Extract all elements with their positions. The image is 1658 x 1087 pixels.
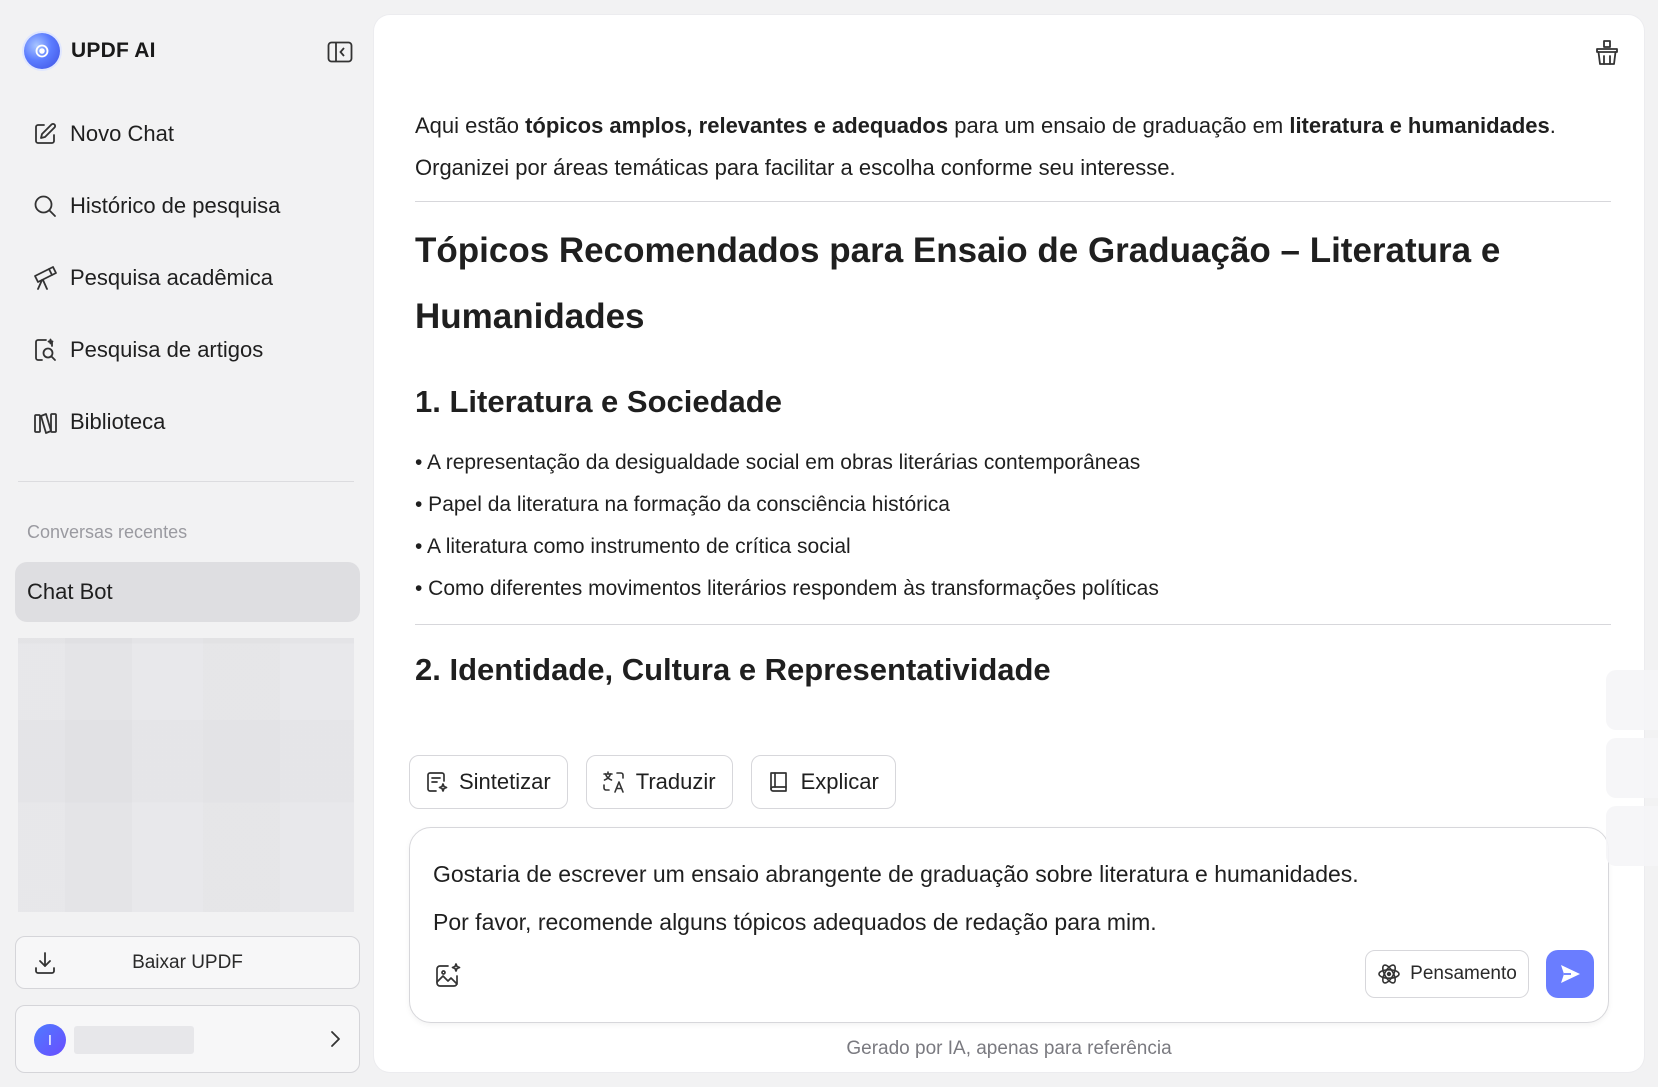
section-1-list: • A representação da desigualdade social…	[415, 442, 1611, 610]
telescope-icon	[34, 266, 57, 290]
book-icon	[769, 772, 787, 792]
response-intro-line2: Organizei por áreas temáticas para facil…	[415, 155, 1176, 180]
sidebar-collapse-icon	[327, 41, 353, 63]
brand[interactable]: UPDF AI	[24, 33, 156, 69]
download-updf-button[interactable]: Baixar UPDF	[15, 936, 360, 989]
thinking-label: Pensamento	[1410, 963, 1517, 984]
response-intro: Aqui estão tópicos amplos, relevantes e …	[415, 105, 1611, 147]
intro-text: Aqui estão	[415, 113, 526, 138]
response-divider	[415, 201, 1611, 202]
sidebar-item-novo-chat[interactable]: Novo Chat	[16, 98, 356, 170]
image-upload-icon	[436, 963, 461, 987]
send-icon	[1561, 965, 1580, 983]
clear-brush-icon	[1596, 40, 1618, 65]
edit-icon	[35, 123, 56, 144]
summarize-button[interactable]: Sintetizar	[409, 755, 568, 809]
chat-input-box[interactable]: Gostaria de escrever um ensaio abrangent…	[409, 827, 1609, 1023]
translate-label: Traduzir	[635, 769, 716, 794]
list-item: • A representação da desigualdade social…	[415, 451, 1141, 474]
updf-ai-logo-icon	[24, 33, 60, 69]
intro-bold-text: literatura e humanidades	[1289, 113, 1550, 138]
ai-response: Aqui estão tópicos amplos, relevantes e …	[415, 105, 1611, 697]
sidebar: UPDF AI Novo Chat Histórico de pesquisa	[0, 0, 372, 1087]
recent-conversations-label: Conversas recentes	[27, 522, 188, 542]
floating-side-tabs	[1593, 670, 1658, 870]
sidebar-divider	[18, 481, 354, 482]
list-item: • Como diferentes movimentos literários …	[415, 577, 1159, 600]
intro-text: .	[1549, 113, 1556, 138]
side-tab[interactable]	[1606, 806, 1658, 866]
search-icon	[34, 195, 56, 217]
response-heading: Tópicos Recomendados para Ensaio de Grad…	[415, 231, 1501, 336]
side-tab[interactable]	[1606, 738, 1658, 798]
redacted-account-name	[74, 1026, 194, 1054]
section-2-title: 2. Identidade, Cultura e Representativid…	[415, 652, 1051, 687]
sidebar-item-historico[interactable]: Histórico de pesquisa	[16, 170, 356, 242]
send-button[interactable]	[1546, 950, 1594, 998]
sidebar-item-pesquisa-artigos[interactable]: Pesquisa de artigos	[16, 314, 356, 386]
avatar: I	[34, 1024, 66, 1056]
list-item: • A literatura como instrumento de críti…	[415, 535, 851, 558]
collapse-sidebar-button[interactable]	[326, 40, 354, 64]
app-title: UPDF AI	[71, 39, 156, 62]
summarize-label: Sintetizar	[459, 769, 551, 794]
intro-bold-text: tópicos amplos, relevantes e adequados	[525, 113, 949, 138]
summarize-icon	[427, 772, 448, 792]
quick-actions: Sintetizar Traduzir Explicar	[409, 755, 896, 809]
sidebar-item-biblioteca[interactable]: Biblioteca	[16, 386, 356, 458]
chat-panel: Aqui estão tópicos amplos, relevantes e …	[374, 15, 1644, 1072]
upload-image-button[interactable]	[433, 961, 463, 991]
library-icon	[34, 413, 57, 434]
response-divider	[415, 624, 1611, 625]
sidebar-nav: Novo Chat Histórico de pesquisa Pesquisa…	[16, 98, 356, 458]
thinking-toggle[interactable]: Pensamento	[1365, 950, 1529, 998]
side-tab[interactable]	[1606, 670, 1658, 730]
sidebar-item-label: Pesquisa acadêmica	[70, 265, 274, 290]
section-1-title: 1. Literatura e Sociedade	[415, 384, 782, 419]
sidebar-item-label: Novo Chat	[70, 121, 174, 146]
document-search-icon	[35, 338, 56, 361]
atom-icon	[1378, 964, 1400, 984]
list-item: • Papel da literatura na formação da con…	[415, 493, 950, 516]
sidebar-item-label: Biblioteca	[70, 409, 166, 434]
explain-label: Explicar	[800, 769, 879, 794]
chevron-right-icon	[331, 1031, 340, 1047]
clear-chat-button[interactable]	[1592, 37, 1622, 67]
intro-text: para um ensaio de graduação em	[948, 113, 1290, 138]
translate-button[interactable]: Traduzir	[585, 755, 733, 809]
account-menu[interactable]: I	[15, 1005, 360, 1073]
input-line-2: Por favor, recomende alguns tópicos adeq…	[433, 909, 1157, 935]
sidebar-item-label: Pesquisa de artigos	[70, 337, 264, 362]
redacted-chat-list	[18, 638, 354, 912]
sidebar-item-pesquisa-academica[interactable]: Pesquisa acadêmica	[16, 242, 356, 314]
recent-chat-item[interactable]: Chat Bot	[15, 562, 360, 622]
chat-input[interactable]: Gostaria de escrever um ensaio abrangent…	[433, 850, 1563, 946]
ai-disclaimer: Gerado por IA, apenas para referência	[846, 1038, 1172, 1059]
translate-icon	[602, 771, 624, 793]
explain-button[interactable]: Explicar	[750, 755, 896, 809]
sidebar-item-label: Histórico de pesquisa	[70, 193, 281, 218]
input-line-1: Gostaria de escrever um ensaio abrangent…	[433, 861, 1359, 887]
download-label: Baixar UPDF	[132, 951, 243, 973]
recent-chat-label: Chat Bot	[27, 579, 113, 604]
download-icon	[35, 952, 55, 974]
